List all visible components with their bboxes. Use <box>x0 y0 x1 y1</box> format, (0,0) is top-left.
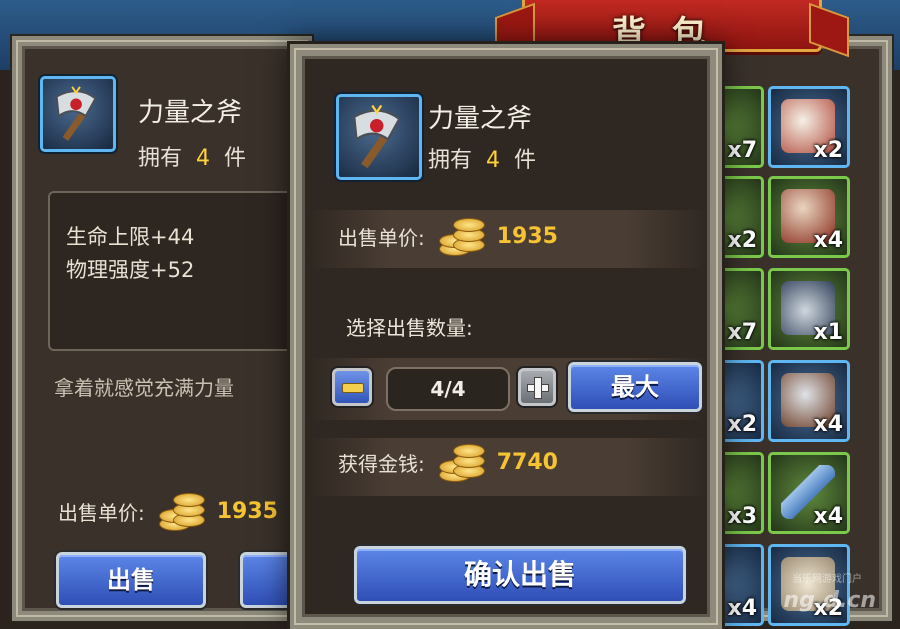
dialog-item-name: 力量之斧 <box>428 104 533 134</box>
stat-hp: 生命上限+44 <box>66 225 195 249</box>
decrease-quantity-button[interactable] <box>332 368 372 406</box>
dialog-owned-count: 拥有 4 件 <box>428 142 536 174</box>
axe-icon <box>55 86 97 141</box>
select-quantity-label: 选择出售数量: <box>346 316 473 340</box>
item-icon-frame <box>40 76 116 152</box>
owned-prefix: 拥有 <box>428 148 473 173</box>
unit-price-row: 出售单价: 1935 <box>338 216 558 256</box>
inventory-slot[interactable]: x2 <box>768 86 850 168</box>
gold-coins-icon <box>155 491 207 531</box>
item-detail-panel: 力量之斧 拥有 4 件 生命上限+44 物理强度+52 拿着就感觉充满力量 出售单价… <box>12 36 390 621</box>
earn-value: 7740 <box>496 449 558 475</box>
dialog-item-icon-frame <box>336 94 422 180</box>
owned-unit: 件 <box>514 148 537 173</box>
stat-physical: 物理强度+52 <box>66 258 195 282</box>
item-description: 拿着就感觉充满力量 <box>54 376 234 400</box>
inventory-slot[interactable]: x2 <box>768 544 850 626</box>
owned-count: 拥有 4 件 <box>138 140 246 172</box>
inventory-slot[interactable]: x4 <box>768 452 850 534</box>
item-name: 力量之斧 <box>138 98 243 128</box>
sell-button[interactable]: 出售 <box>56 552 206 608</box>
price-label: 出售单价: <box>58 500 145 525</box>
quantity-field[interactable]: 4/4 <box>386 367 510 411</box>
left-price-row: 出售单价: 1935 <box>58 491 278 531</box>
gold-coins-icon <box>435 216 487 256</box>
price-value: 1935 <box>216 498 278 524</box>
owned-unit: 件 <box>224 146 247 171</box>
unit-price-value: 1935 <box>496 223 558 249</box>
earn-row: 获得金钱: 7740 <box>338 442 558 482</box>
axe-icon <box>353 104 401 169</box>
inventory-slot[interactable]: x4 <box>768 176 850 258</box>
inventory-slot[interactable]: x1 <box>768 268 850 350</box>
sell-dialog: 力量之斧 拥有 4 件 出售单价: 1935 选择出售数量: 4/4 最大 获得金钱… <box>290 44 722 629</box>
unit-price-label: 出售单价: <box>338 225 425 250</box>
owned-number: 4 <box>486 148 501 173</box>
owned-number: 4 <box>196 146 211 171</box>
inventory-slot[interactable]: x4 <box>768 360 850 442</box>
inventory-panel: x7 x2 x2 x4 x7 x1 x2 x4 x3 x4 x4 x2 <box>682 36 892 626</box>
watermark: ng.d.cn <box>783 588 876 613</box>
max-quantity-button[interactable]: 最大 <box>568 362 702 412</box>
owned-prefix: 拥有 <box>138 146 183 171</box>
gold-coins-icon <box>435 442 487 482</box>
earn-label: 获得金钱: <box>338 451 425 476</box>
watermark-small: 当乐网游戏门户 <box>792 574 862 585</box>
confirm-sell-button[interactable]: 确认出售 <box>354 546 686 604</box>
item-stats-box: 生命上限+44 物理强度+52 <box>48 191 308 351</box>
increase-quantity-button[interactable] <box>518 368 556 406</box>
